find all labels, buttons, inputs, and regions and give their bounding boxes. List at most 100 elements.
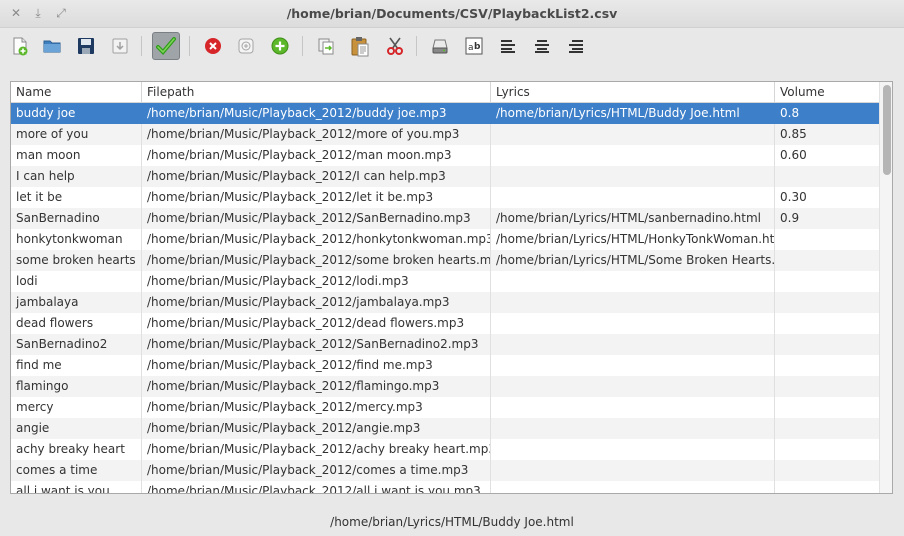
vertical-scrollbar[interactable] xyxy=(879,82,892,493)
cell-volume[interactable] xyxy=(775,397,879,418)
cell-name[interactable]: angie xyxy=(11,418,142,439)
table-row[interactable]: all i want is you/home/brian/Music/Playb… xyxy=(11,481,879,493)
new-file-button[interactable] xyxy=(6,32,34,60)
cell-volume[interactable] xyxy=(775,271,879,292)
cell-lyrics[interactable] xyxy=(491,481,775,493)
cell-lyrics[interactable] xyxy=(491,292,775,313)
table-row[interactable]: SanBernadino/home/brian/Music/Playback_2… xyxy=(11,208,879,229)
cell-volume[interactable] xyxy=(775,229,879,250)
save-button[interactable] xyxy=(72,32,100,60)
cell-filepath[interactable]: /home/brian/Music/Playback_2012/find me.… xyxy=(142,355,491,376)
cell-filepath[interactable]: /home/brian/Music/Playback_2012/all i wa… xyxy=(142,481,491,493)
cell-filepath[interactable]: /home/brian/Music/Playback_2012/I can he… xyxy=(142,166,491,187)
table-row[interactable]: achy breaky heart/home/brian/Music/Playb… xyxy=(11,439,879,460)
cell-volume[interactable]: 0.8 xyxy=(775,103,879,124)
cell-lyrics[interactable] xyxy=(491,124,775,145)
column-header-filepath[interactable]: Filepath xyxy=(142,82,491,103)
cell-filepath[interactable]: /home/brian/Music/Playback_2012/SanBerna… xyxy=(142,208,491,229)
cell-filepath[interactable]: /home/brian/Music/Playback_2012/let it b… xyxy=(142,187,491,208)
cell-name[interactable]: find me xyxy=(11,355,142,376)
cell-lyrics[interactable] xyxy=(491,313,775,334)
cell-name[interactable]: jambalaya xyxy=(11,292,142,313)
align-left-button[interactable] xyxy=(494,32,522,60)
cell-filepath[interactable]: /home/brian/Music/Playback_2012/some bro… xyxy=(142,250,491,271)
cell-volume[interactable] xyxy=(775,355,879,376)
cell-name[interactable]: lodi xyxy=(11,271,142,292)
cell-filepath[interactable]: /home/brian/Music/Playback_2012/flamingo… xyxy=(142,376,491,397)
table-row[interactable]: I can help/home/brian/Music/Playback_201… xyxy=(11,166,879,187)
cell-name[interactable]: more of you xyxy=(11,124,142,145)
cell-name[interactable]: flamingo xyxy=(11,376,142,397)
cell-name[interactable]: comes a time xyxy=(11,460,142,481)
cell-lyrics[interactable]: /home/brian/Lyrics/HTML/Some Broken Hear… xyxy=(491,250,775,271)
cell-lyrics[interactable] xyxy=(491,271,775,292)
cell-volume[interactable] xyxy=(775,313,879,334)
table-row[interactable]: honkytonkwoman/home/brian/Music/Playback… xyxy=(11,229,879,250)
cell-volume[interactable]: 0.30 xyxy=(775,187,879,208)
table-row[interactable]: flamingo/home/brian/Music/Playback_2012/… xyxy=(11,376,879,397)
cell-volume[interactable] xyxy=(775,418,879,439)
table-row[interactable]: lodi/home/brian/Music/Playback_2012/lodi… xyxy=(11,271,879,292)
cell-lyrics[interactable]: /home/brian/Lyrics/HTML/Buddy Joe.html xyxy=(491,103,775,124)
cell-lyrics[interactable] xyxy=(491,397,775,418)
table-row[interactable]: man moon/home/brian/Music/Playback_2012/… xyxy=(11,145,879,166)
cell-filepath[interactable]: /home/brian/Music/Playback_2012/angie.mp… xyxy=(142,418,491,439)
cell-filepath[interactable]: /home/brian/Music/Playback_2012/mercy.mp… xyxy=(142,397,491,418)
drive-button[interactable] xyxy=(426,32,454,60)
cell-name[interactable]: buddy joe xyxy=(11,103,142,124)
remove-button[interactable] xyxy=(199,32,227,60)
cell-volume[interactable]: 0.85 xyxy=(775,124,879,145)
cell-filepath[interactable]: /home/brian/Music/Playback_2012/honkyton… xyxy=(142,229,491,250)
cell-filepath[interactable]: /home/brian/Music/Playback_2012/achy bre… xyxy=(142,439,491,460)
table-row[interactable]: mercy/home/brian/Music/Playback_2012/mer… xyxy=(11,397,879,418)
cell-name[interactable]: achy breaky heart xyxy=(11,439,142,460)
cell-lyrics[interactable] xyxy=(491,418,775,439)
cell-lyrics[interactable] xyxy=(491,460,775,481)
cell-volume[interactable]: 0.60 xyxy=(775,145,879,166)
table-row[interactable]: buddy joe/home/brian/Music/Playback_2012… xyxy=(11,103,879,124)
cell-filepath[interactable]: /home/brian/Music/Playback_2012/buddy jo… xyxy=(142,103,491,124)
column-header-lyrics[interactable]: Lyrics xyxy=(491,82,775,103)
cell-name[interactable]: some broken hearts xyxy=(11,250,142,271)
cell-volume[interactable] xyxy=(775,439,879,460)
align-right-button[interactable] xyxy=(562,32,590,60)
add-green-button[interactable] xyxy=(266,32,294,60)
cell-name[interactable]: dead flowers xyxy=(11,313,142,334)
table-row[interactable]: SanBernadino2/home/brian/Music/Playback_… xyxy=(11,334,879,355)
table-row[interactable]: jambalaya/home/brian/Music/Playback_2012… xyxy=(11,292,879,313)
column-header-volume[interactable]: Volume xyxy=(775,82,879,103)
table-row[interactable]: dead flowers/home/brian/Music/Playback_2… xyxy=(11,313,879,334)
table-row[interactable]: some broken hearts/home/brian/Music/Play… xyxy=(11,250,879,271)
cell-name[interactable]: man moon xyxy=(11,145,142,166)
cell-lyrics[interactable]: /home/brian/Lyrics/HTML/sanbernadino.htm… xyxy=(491,208,775,229)
table-row[interactable]: more of you/home/brian/Music/Playback_20… xyxy=(11,124,879,145)
cell-volume[interactable] xyxy=(775,376,879,397)
cell-filepath[interactable]: /home/brian/Music/Playback_2012/dead flo… xyxy=(142,313,491,334)
add-row-button[interactable] xyxy=(232,32,260,60)
cell-filepath[interactable]: /home/brian/Music/Playback_2012/lodi.mp3 xyxy=(142,271,491,292)
cell-lyrics[interactable] xyxy=(491,187,775,208)
cell-filepath[interactable]: /home/brian/Music/Playback_2012/jambalay… xyxy=(142,292,491,313)
cell-filepath[interactable]: /home/brian/Music/Playback_2012/man moon… xyxy=(142,145,491,166)
cell-volume[interactable] xyxy=(775,334,879,355)
cell-lyrics[interactable] xyxy=(491,166,775,187)
cell-filepath[interactable]: /home/brian/Music/Playback_2012/SanBerna… xyxy=(142,334,491,355)
cell-name[interactable]: SanBernadino2 xyxy=(11,334,142,355)
cell-volume[interactable]: 0.9 xyxy=(775,208,879,229)
export-button[interactable] xyxy=(106,32,134,60)
cell-lyrics[interactable]: /home/brian/Lyrics/HTML/HonkyTonkWoman.h… xyxy=(491,229,775,250)
scrollbar-thumb[interactable] xyxy=(883,85,891,175)
table-row[interactable]: comes a time/home/brian/Music/Playback_2… xyxy=(11,460,879,481)
cell-lyrics[interactable] xyxy=(491,355,775,376)
cell-name[interactable]: honkytonkwoman xyxy=(11,229,142,250)
table-row[interactable]: let it be/home/brian/Music/Playback_2012… xyxy=(11,187,879,208)
cell-filepath[interactable]: /home/brian/Music/Playback_2012/comes a … xyxy=(142,460,491,481)
cell-filepath[interactable]: /home/brian/Music/Playback_2012/more of … xyxy=(142,124,491,145)
cell-name[interactable]: all i want is you xyxy=(11,481,142,493)
cell-name[interactable]: mercy xyxy=(11,397,142,418)
open-folder-button[interactable] xyxy=(38,32,66,60)
cell-volume[interactable] xyxy=(775,250,879,271)
cut-button[interactable] xyxy=(381,32,409,60)
copy-button[interactable] xyxy=(312,32,340,60)
cell-name[interactable]: I can help xyxy=(11,166,142,187)
